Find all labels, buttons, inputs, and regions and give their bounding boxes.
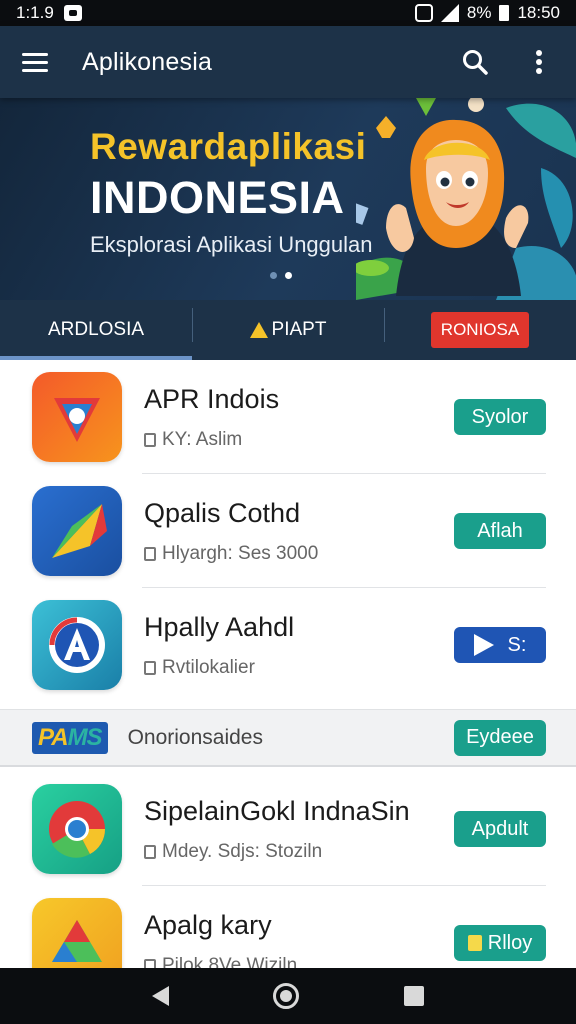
app-title: Apalg kary (144, 909, 272, 940)
app-title: APR Indois (144, 383, 280, 414)
app-subtitle: Pilok 8Ve Wiziln (144, 954, 298, 969)
pager-dot-active (285, 272, 292, 279)
promo-logo-right: MS (67, 723, 103, 751)
promo-logo-left: PA (38, 723, 69, 751)
vibrate-icon (414, 4, 433, 22)
tab-label: ARDLOSIA (47, 319, 145, 340)
app-info: Qpalis Cothd Hlyargh: Ses 3000 (144, 498, 318, 565)
app-icon-drive (32, 898, 122, 968)
list-item[interactable]: APR Indois KY: Aslim Syolor (0, 360, 576, 474)
battery-percent: 8% (466, 3, 492, 22)
lock-icon (144, 844, 156, 859)
status-clock: 18:50 (517, 3, 560, 22)
app-info: Hpally Aahdl Rvtilokalier (144, 612, 294, 679)
app-bar: Aplikonesia (0, 26, 576, 98)
app-title: Qpalis Cothd (144, 497, 301, 528)
app-subtitle: Mdey. Sdjs: Stoziln (144, 841, 410, 863)
promo-button[interactable]: Eydeee (454, 719, 546, 756)
app-subtitle-text: KY: Aslim (162, 428, 243, 450)
tab-label-badge: RONIOSA (430, 312, 530, 348)
category-tabs: ARDLOSIA PIAPT RONIOSA (0, 300, 576, 360)
lock-icon (144, 958, 156, 968)
tab-ardlosia[interactable]: ARDLOSIA (0, 300, 192, 360)
app-subtitle-text: Pilok 8Ve Wiziln (162, 954, 298, 969)
tab-roniosa[interactable]: RONIOSA (384, 300, 576, 360)
app-actions (460, 47, 554, 77)
banner-title-line1: Rewardaplikasi (90, 126, 367, 167)
install-button-label: Rlloy (487, 931, 533, 954)
app-icon-letter-a (32, 600, 122, 690)
app-icon-shield (32, 372, 122, 462)
banner-subtitle: Eksplorasi Aplikasi Unggulan (90, 232, 373, 257)
list-item[interactable]: Hpally Aahdl Rvtilokalier S: (0, 588, 576, 702)
app-info: Apalg kary Pilok 8Ve Wiziln (144, 909, 298, 969)
list-item[interactable]: Apalg kary Pilok 8Ve Wiziln Rlloy (0, 886, 576, 968)
play-button-label: S: (507, 633, 527, 656)
app-subtitle-text: Mdey. Sdjs: Stoziln (162, 840, 323, 862)
promo-logo: PAMS (32, 721, 108, 754)
tab-piapt[interactable]: PIAPT (192, 300, 384, 360)
status-right: 8% 18:50 (414, 3, 560, 23)
play-button[interactable]: S: (454, 627, 546, 663)
flag-icon (467, 935, 482, 951)
back-icon[interactable] (152, 986, 170, 1006)
play-icon (473, 634, 494, 656)
wifi-signal-icon (440, 4, 459, 22)
banner-text: Rewardaplikasi INDONESIA Eksplorasi Apli… (90, 126, 373, 258)
app-icon-chrome (32, 784, 122, 874)
home-icon[interactable] (273, 983, 300, 1009)
app-title: SipelainGokl IndnaSin (144, 795, 410, 826)
list-item[interactable]: Qpalis Cothd Hlyargh: Ses 3000 Aflah (0, 474, 576, 588)
app-info: APR Indois KY: Aslim (144, 384, 279, 451)
battery-icon (499, 5, 510, 21)
app-title: Aplikonesia (82, 47, 213, 76)
install-button[interactable]: Syolor (454, 399, 546, 435)
menu-icon[interactable] (22, 51, 52, 73)
promo-banner[interactable]: Rewardaplikasi INDONESIA Eksplorasi Apli… (0, 98, 576, 300)
status-time-left: 1:1.9 (16, 3, 54, 22)
lock-icon (144, 432, 156, 447)
app-subtitle-text: Hlyargh: Ses 3000 (162, 542, 319, 564)
search-icon[interactable] (460, 47, 490, 77)
more-vert-icon[interactable] (524, 47, 554, 77)
banner-title-line2: INDONESIA (90, 172, 345, 223)
app-subtitle-text: Rvtilokalier (162, 656, 255, 678)
list-item[interactable]: SipelainGokl IndnaSin Mdey. Sdjs: Stozil… (0, 772, 576, 886)
app-title: Hpally Aahdl (144, 611, 295, 642)
app-list: APR Indois KY: Aslim Syolor Qpalis Cothd… (0, 360, 576, 968)
app-icon-kite (32, 486, 122, 576)
app-subtitle: Hlyargh: Ses 3000 (144, 543, 318, 565)
lock-icon (144, 660, 156, 675)
mascot-illustration (356, 98, 576, 300)
promo-text: Onorionsaides (127, 725, 263, 749)
notification-icon (63, 5, 82, 21)
lock-icon (144, 546, 156, 561)
app-subtitle: Rvtilokalier (144, 657, 294, 679)
install-button[interactable]: Rlloy (454, 925, 546, 961)
install-button[interactable]: Aflah (454, 513, 546, 549)
install-button[interactable]: Apdult (454, 811, 546, 847)
status-left: 1:1.9 (16, 3, 82, 23)
pager-dot (270, 272, 277, 279)
banner-pager-dots (270, 272, 292, 279)
status-bar: 1:1.9 8% 18:50 (0, 0, 576, 26)
promo-strip[interactable]: PAMS Onorionsaides Eydeee (0, 709, 576, 767)
tab-label: PIAPT (271, 319, 327, 340)
system-nav-bar (0, 968, 576, 1024)
app-subtitle: KY: Aslim (144, 429, 279, 451)
flag-icon (249, 322, 268, 338)
recents-icon[interactable] (403, 986, 424, 1006)
app-info: SipelainGokl IndnaSin Mdey. Sdjs: Stozil… (144, 796, 410, 863)
